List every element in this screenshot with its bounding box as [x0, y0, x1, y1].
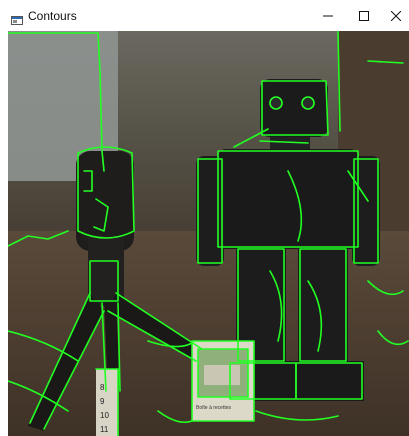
maximize-button[interactable] — [349, 0, 379, 31]
image-viewport: 8 9 10 11 Boîte à recettes — [8, 31, 409, 436]
title-bar[interactable]: Contours — [0, 0, 409, 31]
ruler: 8 9 10 11 — [96, 369, 118, 436]
app-window-icon — [11, 12, 23, 25]
maximize-icon — [359, 10, 369, 21]
contours-window: Contours 8 9 10 11 Boîte à recettes — [0, 0, 409, 436]
minimize-icon — [323, 15, 333, 16]
ruler-label-8: 8 — [100, 383, 105, 392]
minimize-button[interactable] — [313, 0, 343, 31]
close-icon — [391, 10, 401, 21]
contour-image: 8 9 10 11 Boîte à recettes — [8, 31, 409, 436]
ruler-label-10: 10 — [100, 411, 109, 420]
ruler-label-11: 11 — [100, 425, 109, 434]
close-button[interactable] — [381, 0, 409, 31]
ruler-label-9: 9 — [100, 397, 105, 406]
window-title: Contours — [28, 9, 77, 23]
box-caption: Boîte à recettes — [196, 405, 232, 411]
